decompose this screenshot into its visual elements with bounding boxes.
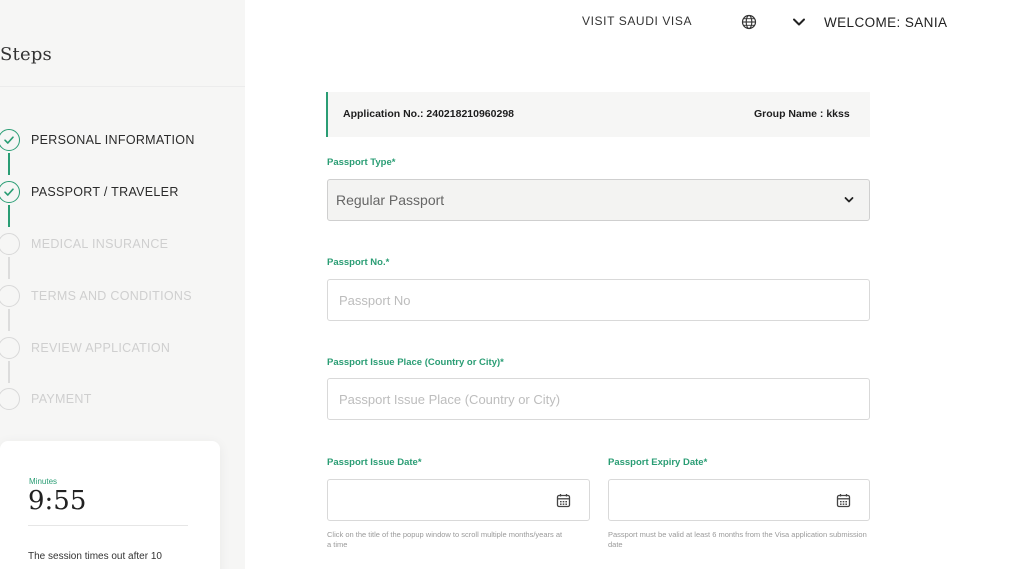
timer-value: 9:55 xyxy=(28,486,87,516)
chevron-down-icon xyxy=(844,197,854,203)
issue-place-input[interactable]: Passport Issue Place (Country or City) xyxy=(327,378,870,420)
step-label: TERMS AND CONDITIONS xyxy=(31,289,192,303)
group-name: Group Name : kkss xyxy=(754,108,850,120)
step-passport-traveler[interactable]: PASSPORT / TRAVELER xyxy=(0,181,179,203)
passport-no-label: Passport No.* xyxy=(327,257,390,268)
step-payment[interactable]: PAYMENT xyxy=(0,388,92,410)
application-number: Application No.: 240218210960298 xyxy=(343,108,515,120)
step-connector xyxy=(8,153,10,175)
step-label: REVIEW APPLICATION xyxy=(31,341,171,355)
issue-date-hint: Click on the title of the popup window t… xyxy=(327,530,563,549)
issue-place-placeholder: Passport Issue Place (Country or City) xyxy=(339,391,561,407)
step-terms-and-conditions[interactable]: TERMS AND CONDITIONS xyxy=(0,285,192,307)
step-connector xyxy=(8,205,10,227)
empty-circle-icon xyxy=(0,233,20,255)
issue-place-label: Passport Issue Place (Country or City)* xyxy=(327,357,504,368)
empty-circle-icon xyxy=(0,388,20,410)
step-label: PASSPORT / TRAVELER xyxy=(31,185,179,199)
welcome-user[interactable]: WELCOME: SANIA xyxy=(824,15,947,30)
passport-type-select[interactable]: Regular Passport xyxy=(327,179,870,221)
visit-saudi-visa-link[interactable]: VISIT SAUDI VISA xyxy=(582,14,692,28)
issue-date-input[interactable] xyxy=(327,479,590,521)
calendar-icon[interactable] xyxy=(836,493,851,508)
calendar-icon[interactable] xyxy=(556,493,571,508)
expiry-date-label: Passport Expiry Date* xyxy=(608,457,708,468)
expiry-date-input[interactable] xyxy=(608,479,870,521)
check-circle-icon xyxy=(0,181,20,203)
step-label: PAYMENT xyxy=(31,392,92,406)
step-label: PERSONAL INFORMATION xyxy=(31,133,195,147)
step-connector xyxy=(8,361,10,383)
timer-caption: Minutes xyxy=(29,477,58,486)
passport-no-placeholder: Passport No xyxy=(339,292,411,308)
step-medical-insurance[interactable]: MEDICAL INSURANCE xyxy=(0,233,168,255)
step-review-application[interactable]: REVIEW APPLICATION xyxy=(0,337,170,359)
session-timeout-note: The session times out after 10 xyxy=(28,551,162,562)
chevron-down-icon[interactable] xyxy=(792,17,806,27)
issue-date-label: Passport Issue Date* xyxy=(327,457,422,468)
timer-divider xyxy=(28,525,188,526)
empty-circle-icon xyxy=(0,285,20,307)
empty-circle-icon xyxy=(0,337,20,359)
sidebar-divider xyxy=(0,86,245,87)
passport-type-label: Passport Type* xyxy=(327,157,396,168)
step-connector xyxy=(8,257,10,279)
step-personal-information[interactable]: PERSONAL INFORMATION xyxy=(0,129,195,151)
passport-no-input[interactable]: Passport No xyxy=(327,279,870,321)
globe-icon[interactable] xyxy=(741,14,757,30)
steps-title: Steps xyxy=(0,44,52,65)
step-connector xyxy=(8,309,10,331)
expiry-date-hint: Passport must be valid at least 6 months… xyxy=(608,530,867,549)
step-label: MEDICAL INSURANCE xyxy=(31,237,169,251)
passport-type-value: Regular Passport xyxy=(336,192,445,208)
check-circle-icon xyxy=(0,129,20,151)
